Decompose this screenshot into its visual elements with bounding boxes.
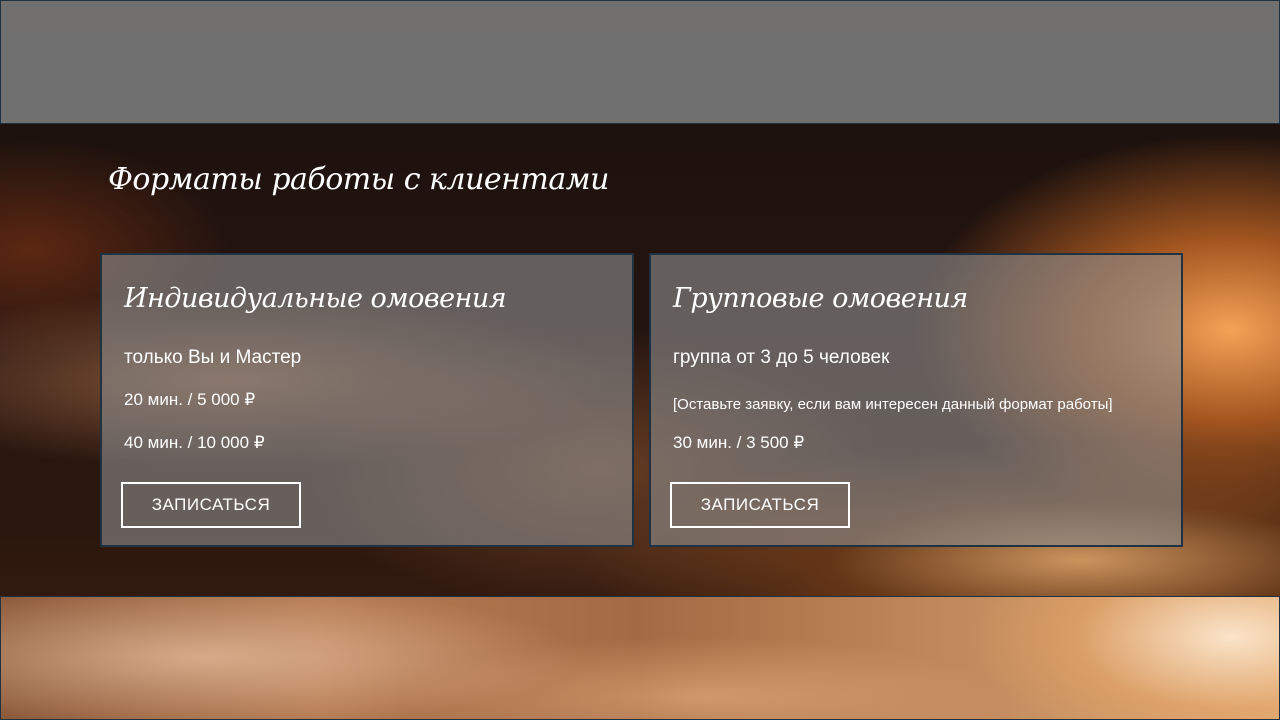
card-group: Групповые омовения группа от 3 до 5 чело… [649, 253, 1183, 547]
book-button[interactable]: ЗАПИСАТЬСЯ [121, 482, 301, 528]
card-subtitle: только Вы и Мастер [124, 347, 302, 368]
card-subtitle: группа от 3 до 5 человек [673, 347, 890, 368]
top-band [0, 0, 1280, 124]
price-line: 30 мин. / 3 500 ₽ [673, 433, 805, 452]
price-line: 20 мин. / 5 000 ₽ [124, 390, 256, 409]
section-title: Форматы работы с клиентами [108, 162, 609, 197]
card-title: Групповые омовения [673, 283, 968, 314]
price-line: 40 мин. / 10 000 ₽ [124, 433, 265, 452]
bottom-band [0, 596, 1280, 720]
book-button[interactable]: ЗАПИСАТЬСЯ [670, 482, 850, 528]
card-note: [Оставьте заявку, если вам интересен дан… [673, 396, 1113, 413]
card-title: Индивидуальные омовения [124, 283, 507, 314]
card-individual: Индивидуальные омовения только Вы и Маст… [100, 253, 634, 547]
